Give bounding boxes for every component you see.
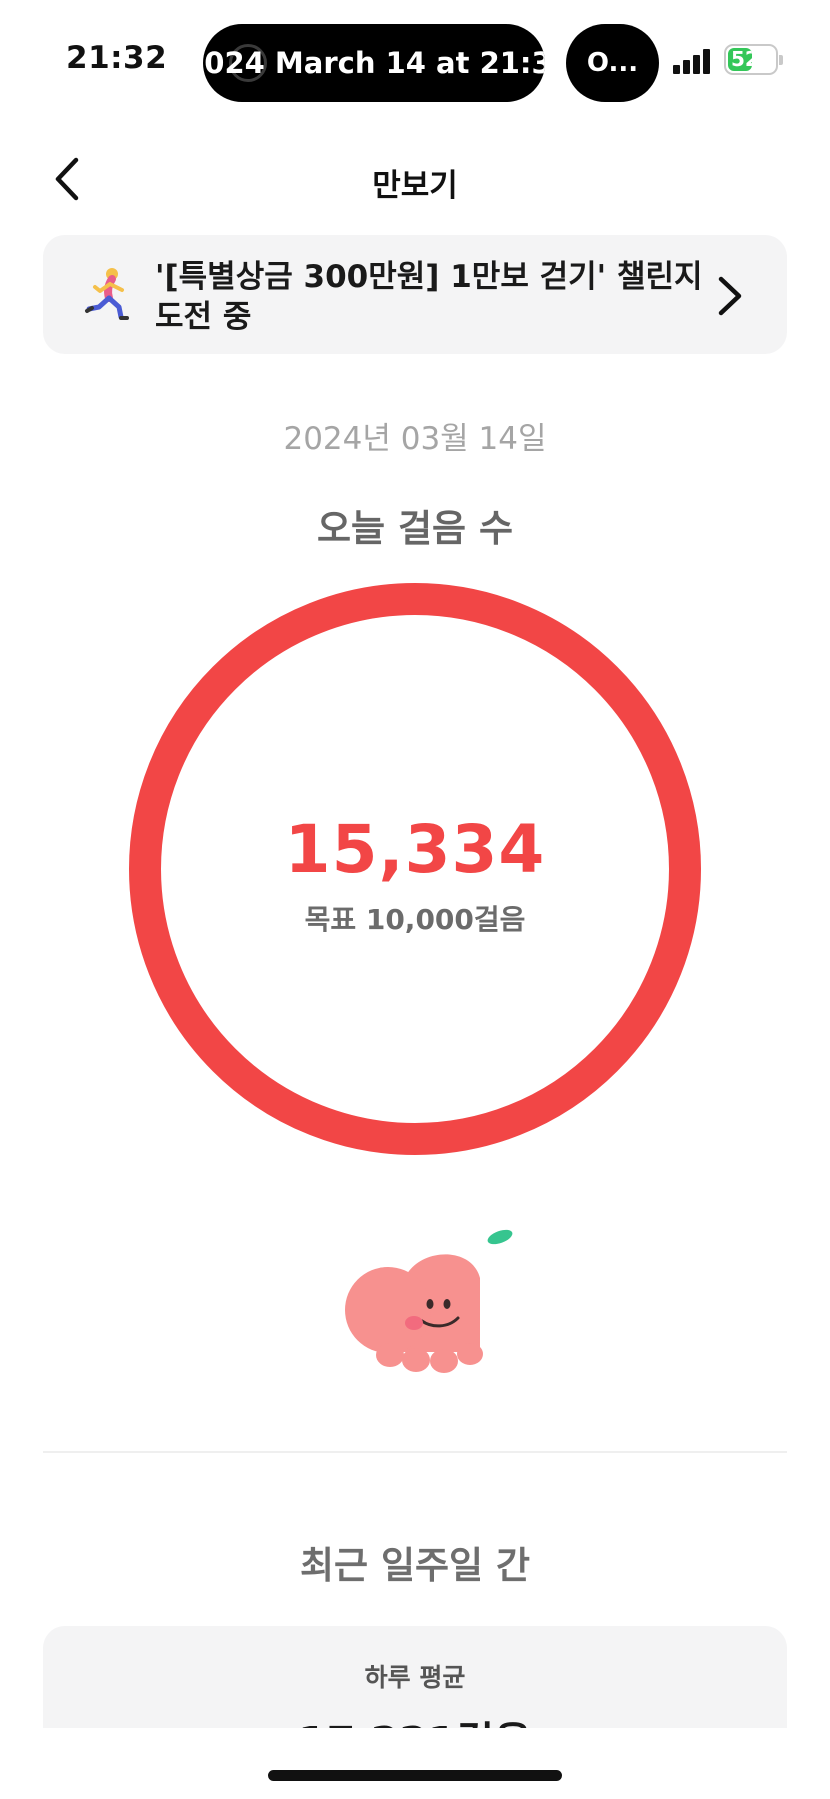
challenge-text: '[특별상금 300만원] 1만보 걷기' 챌린지 도전 중	[155, 259, 703, 335]
home-indicator[interactable]	[268, 1770, 562, 1781]
challenge-banner[interactable]: '[특별상금 300만원] 1만보 걷기' 챌린지 도전 중	[43, 235, 787, 354]
daily-average-label: 하루 평균	[364, 1663, 466, 1692]
today-steps-label: 오늘 걸음 수	[317, 507, 513, 550]
step-count: 15,334	[284, 811, 546, 888]
step-progress-ring: 15,334 목표 10,000걸음	[129, 583, 701, 1155]
live-activity-pill: O...	[566, 24, 659, 102]
date-label: 2024년 03월 14일	[283, 421, 547, 457]
dynamic-island: 2024 March 14 at 21:33	[203, 24, 545, 102]
step-goal: 목표 10,000걸음	[304, 903, 526, 936]
cellular-signal-icon	[673, 48, 711, 74]
section-divider	[43, 1451, 787, 1453]
bottom-safe-area	[0, 1728, 830, 1799]
page-title: 만보기	[372, 168, 458, 204]
screenshot-timestamp: 2024 March 14 at 21:33	[203, 46, 545, 80]
pedometer-screen: 21:32 2024 March 14 at 21:33 O... 52 만보기	[0, 0, 830, 1799]
weekly-section-title: 최근 일주일 간	[299, 1544, 530, 1587]
runner-icon	[85, 268, 129, 320]
status-time: 21:32	[66, 40, 168, 76]
battery-icon: 52	[724, 44, 783, 75]
battery-level: 52	[728, 48, 752, 71]
heart-mascot-icon	[345, 1229, 513, 1373]
chevron-right-icon	[718, 276, 742, 316]
